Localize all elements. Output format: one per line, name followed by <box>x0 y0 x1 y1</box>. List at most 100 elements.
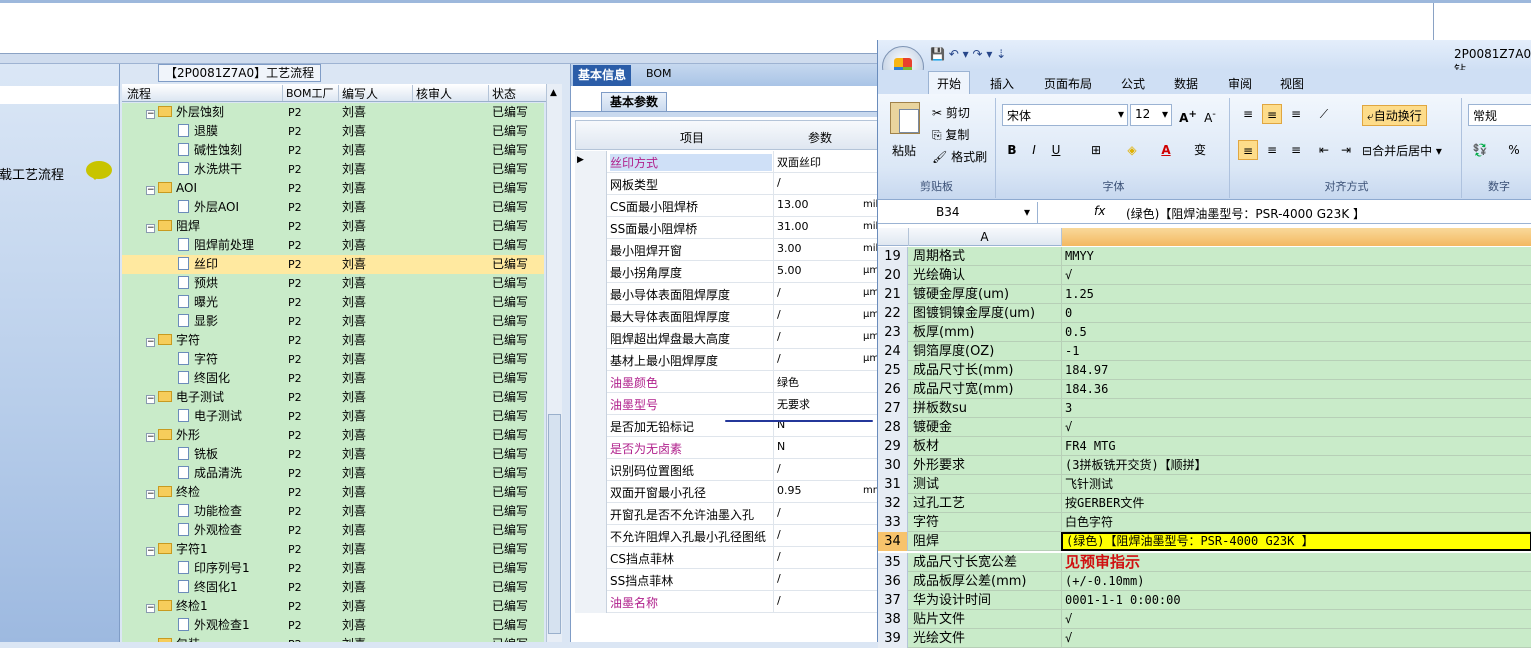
tree-row[interactable]: − 终检1 P2 刘喜 已编写 <box>122 597 544 616</box>
sheet-row[interactable]: 33 字符 白色字符 <box>878 513 1531 532</box>
param-row[interactable]: 是否为无卤素 N <box>575 437 881 459</box>
row-number[interactable]: 36 <box>878 572 908 591</box>
number-format-select[interactable]: 常规 <box>1468 104 1531 126</box>
tab-basic-info[interactable]: 基本信息 <box>573 65 632 86</box>
align-top-icon[interactable]: ≡ <box>1238 104 1258 124</box>
row-header[interactable] <box>575 261 607 283</box>
param-row[interactable]: 双面开窗最小孔径 0.95 mm <box>575 481 882 503</box>
cell-b[interactable]: 按GERBER文件 <box>1061 494 1531 513</box>
param-value[interactable]: 3.00 <box>773 239 861 261</box>
cell-a[interactable]: 成品尺寸长(mm) <box>913 361 1013 380</box>
sheet-row[interactable]: 27 拼板数su 3 <box>878 399 1531 418</box>
param-row[interactable]: 最小阻焊开窗 3.00 mil <box>575 239 881 261</box>
align-left-icon[interactable]: ≡ <box>1238 140 1258 160</box>
copy-button[interactable]: ⎘ 复制 <box>932 126 969 143</box>
col-header-bom-plant[interactable]: BOM工厂 <box>282 85 334 101</box>
tab-formulas[interactable]: 公式 <box>1121 75 1145 92</box>
cell-b[interactable]: FR4 MTG <box>1061 437 1531 456</box>
param-row[interactable]: 阻焊超出焊盘最大高度 / μm <box>575 327 881 349</box>
cell-b[interactable]: (3拼板铣开交货)【顺拼】 <box>1061 456 1531 475</box>
param-row[interactable]: 开窗孔是否不允许油墨入孔 / <box>575 503 881 525</box>
param-row[interactable]: CS挡点菲林 / <box>575 547 881 569</box>
cell-b[interactable]: 184.97 <box>1061 361 1531 380</box>
cell-a[interactable]: 周期格式 <box>913 247 965 266</box>
param-value[interactable]: / <box>773 591 861 613</box>
sheet-row[interactable]: 26 成品尺寸宽(mm) 184.36 <box>878 380 1531 399</box>
currency-icon[interactable]: 💱 <box>1470 140 1490 160</box>
param-value[interactable]: 13.00 <box>773 195 861 217</box>
cell-b[interactable]: 飞针测试 <box>1061 475 1531 494</box>
sheet-row[interactable]: 39 光绘文件 √ <box>878 629 1531 648</box>
row-number[interactable]: 26 <box>878 380 908 399</box>
sheet-row[interactable]: 20 光绘确认 √ <box>878 266 1531 285</box>
underline-icon[interactable]: U <box>1046 140 1066 160</box>
row-header[interactable]: ▶ <box>575 151 607 173</box>
tree-row[interactable]: − 电子测试 P2 刘喜 已编写 <box>122 388 544 407</box>
cell-a[interactable]: 板厚(mm) <box>913 323 974 342</box>
param-row[interactable]: 油墨颜色 绿色 <box>575 371 881 393</box>
cell-b[interactable]: 白色字符 <box>1061 513 1531 532</box>
scroll-up-icon[interactable]: ▲ <box>550 88 557 98</box>
cell-b[interactable]: √ <box>1061 610 1531 629</box>
cell-b[interactable]: 0001-1-1 0:00:00 <box>1061 591 1531 610</box>
tab-bom[interactable]: BOM <box>646 67 672 80</box>
fill-color-icon[interactable]: ◈ <box>1122 140 1142 160</box>
cell-a[interactable]: 成品板厚公差(mm) <box>913 572 1026 591</box>
cell-a[interactable]: 字符 <box>913 513 939 532</box>
param-row[interactable]: SS面最小阻焊桥 31.00 mil <box>575 217 881 239</box>
sheet-row[interactable]: 32 过孔工艺 按GERBER文件 <box>878 494 1531 513</box>
param-value[interactable]: 无要求 <box>773 393 861 415</box>
tree-row[interactable]: 碱性蚀刻 P2 刘喜 已编写 <box>122 141 544 160</box>
param-value[interactable]: / <box>773 283 861 305</box>
cell-b[interactable]: 1.25 <box>1061 285 1531 304</box>
cell-b[interactable]: 3 <box>1061 399 1531 418</box>
param-row[interactable]: CS面最小阻焊桥 13.00 mil <box>575 195 881 217</box>
tree-row[interactable]: 外层AOI P2 刘喜 已编写 <box>122 198 544 217</box>
param-value[interactable]: / <box>773 305 861 327</box>
paste-button[interactable]: 粘贴 <box>892 142 916 159</box>
tree-row[interactable]: 功能检查 P2 刘喜 已编写 <box>122 502 544 521</box>
percent-icon[interactable]: % <box>1504 140 1524 160</box>
param-row[interactable]: 最小导体表面阻焊厚度 / μm <box>575 283 881 305</box>
border-icon[interactable]: ⊞ <box>1086 140 1106 160</box>
sheet-row[interactable]: 19 周期格式 MMYY <box>878 247 1531 266</box>
row-number[interactable]: 19 <box>878 247 908 266</box>
italic-icon[interactable]: I <box>1024 140 1044 160</box>
row-header[interactable] <box>575 503 607 525</box>
load-process-flow-item[interactable]: 加载工艺流程 <box>0 164 64 183</box>
cell-a[interactable]: 华为设计时间 <box>913 591 991 610</box>
tree-row[interactable]: 显影 P2 刘喜 已编写 <box>122 312 544 331</box>
collapse-icon[interactable]: − <box>146 490 155 499</box>
cut-button[interactable]: ✂ 剪切 <box>932 104 970 121</box>
phonetic-icon[interactable]: 变 <box>1190 140 1210 160</box>
align-middle-icon[interactable]: ≡ <box>1262 104 1282 124</box>
tree-row[interactable]: 预烘 P2 刘喜 已编写 <box>122 274 544 293</box>
row-header[interactable] <box>575 349 607 371</box>
row-number[interactable]: 21 <box>878 285 908 304</box>
cell-a[interactable]: 镀硬金 <box>913 418 952 437</box>
merge-center-button[interactable]: ⊟合并后居中 ▾ <box>1362 142 1442 159</box>
font-size-select[interactable]: 12 ▾ <box>1130 104 1172 126</box>
param-value[interactable]: 0.95 <box>773 481 861 503</box>
sheet-row[interactable]: 28 镀硬金 √ <box>878 418 1531 437</box>
cell-a[interactable]: 过孔工艺 <box>913 494 965 513</box>
tree-row[interactable]: − 阻焊 P2 刘喜 已编写 <box>122 217 544 236</box>
cell-a[interactable]: 铜箔厚度(OZ) <box>913 342 994 361</box>
tree-row[interactable]: 成品清洗 P2 刘喜 已编写 <box>122 464 544 483</box>
bold-icon[interactable]: B <box>1002 140 1022 160</box>
column-header-a[interactable]: A <box>908 228 1060 246</box>
param-value[interactable]: / <box>773 349 861 371</box>
tree-row[interactable]: 水洗烘干 P2 刘喜 已编写 <box>122 160 544 179</box>
align-center-icon[interactable]: ≡ <box>1262 140 1282 160</box>
row-number[interactable]: 22 <box>878 304 908 323</box>
tree-row[interactable]: 曝光 P2 刘喜 已编写 <box>122 293 544 312</box>
wrap-text-button[interactable]: ⤶自动换行 <box>1362 105 1427 126</box>
cell-b[interactable]: 见预审指示 <box>1061 553 1531 572</box>
row-header[interactable] <box>575 525 607 547</box>
tree-row[interactable]: 退膜 P2 刘喜 已编写 <box>122 122 544 141</box>
shrink-font-icon[interactable]: A- <box>1200 105 1220 125</box>
collapse-icon[interactable]: − <box>146 604 155 613</box>
row-header[interactable] <box>575 283 607 305</box>
orientation-icon[interactable]: ⟋ <box>1314 104 1334 124</box>
scroll-thumb[interactable] <box>548 414 561 634</box>
